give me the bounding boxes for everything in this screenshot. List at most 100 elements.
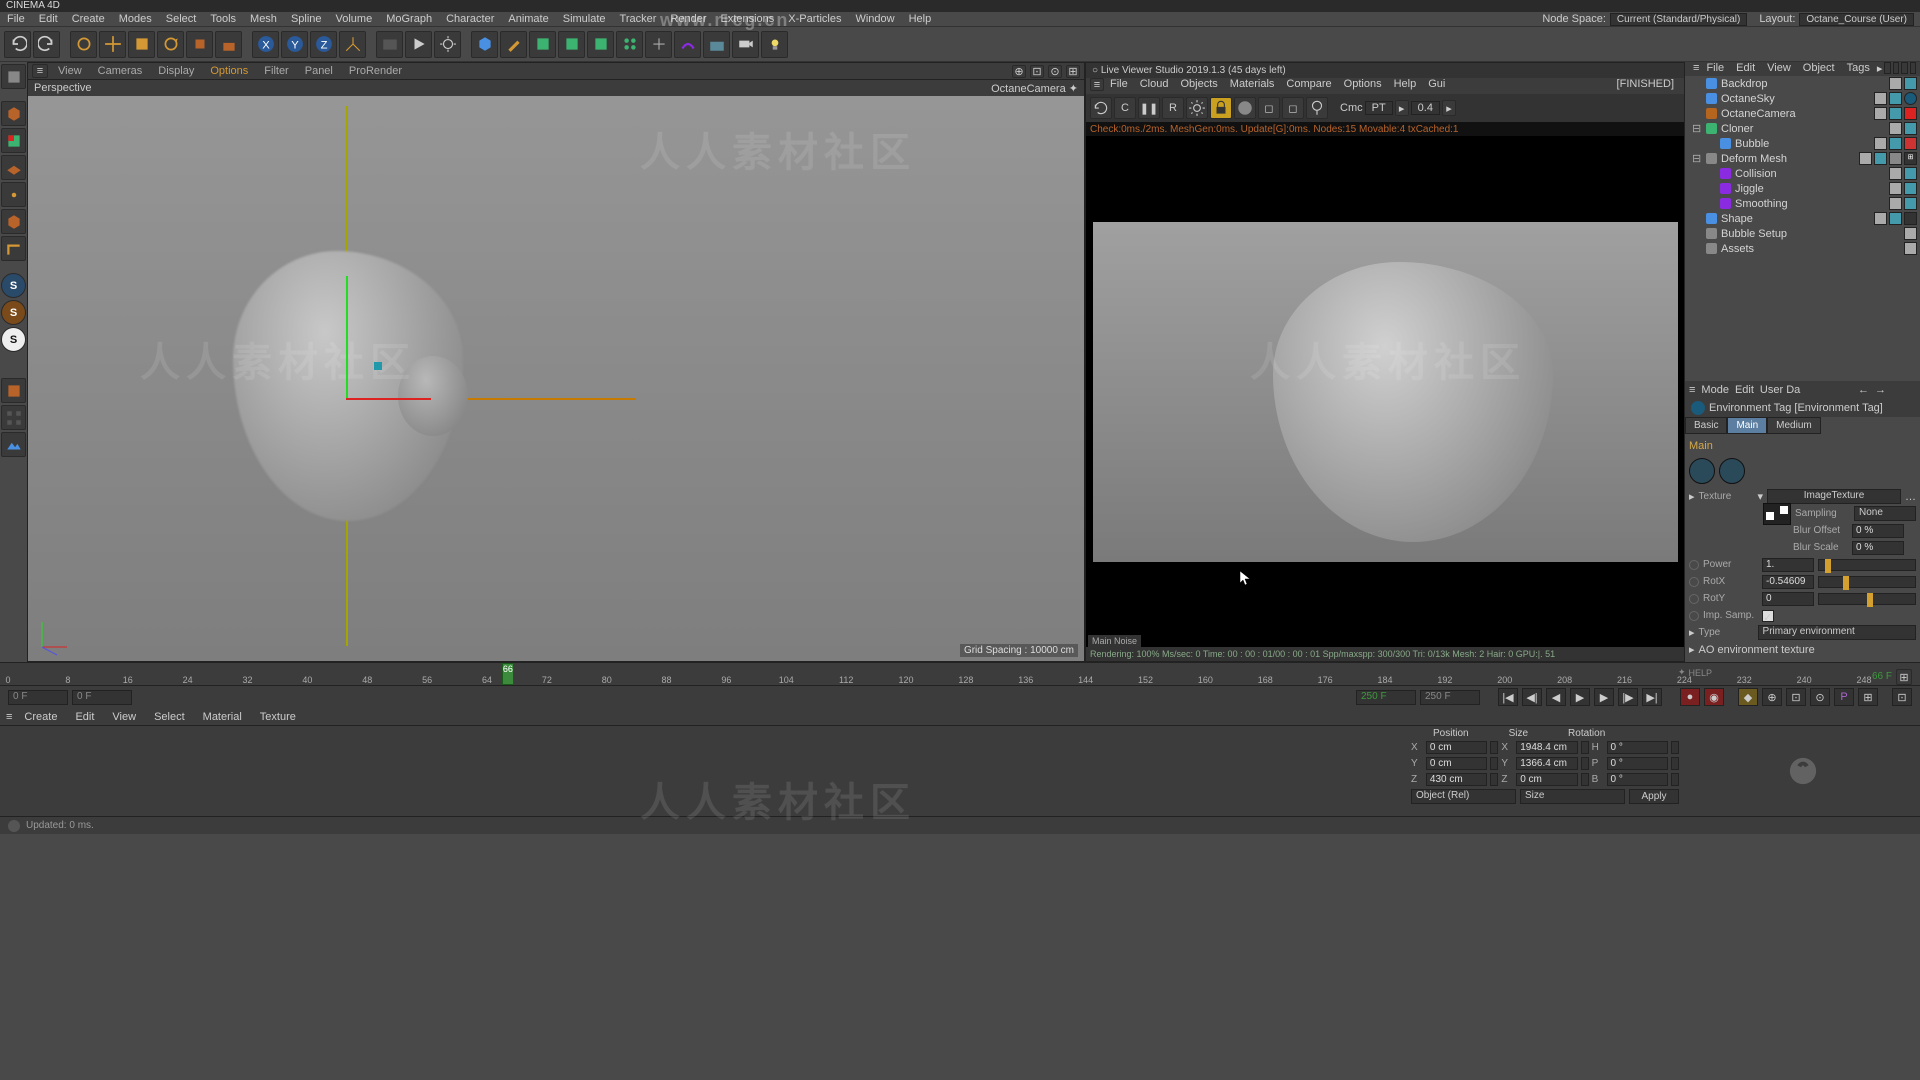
layout-value[interactable]: Octane_Course (User)	[1799, 13, 1914, 26]
model-mode-button[interactable]	[1, 64, 26, 89]
object-tag-icon[interactable]	[1904, 92, 1917, 105]
power-slider[interactable]	[1818, 559, 1916, 571]
lv-sphere-button[interactable]	[1234, 97, 1256, 119]
object-row[interactable]: Shape	[1685, 211, 1920, 226]
object-tag-icon[interactable]	[1904, 227, 1917, 240]
prev-frame-button[interactable]: ◀	[1546, 688, 1566, 706]
goto-end-button[interactable]: ▶|	[1642, 688, 1662, 706]
goto-start-button[interactable]: |◀	[1498, 688, 1518, 706]
obj-menu-tags[interactable]: Tags	[1842, 62, 1875, 76]
rotate-button[interactable]	[157, 31, 184, 58]
key-options-button[interactable]: ⊡	[1892, 688, 1912, 706]
lv-menu-objects[interactable]: Objects	[1174, 78, 1223, 94]
env-preset2-button[interactable]	[1719, 458, 1745, 484]
prev-key-button[interactable]: ◀|	[1522, 688, 1542, 706]
snap2-button[interactable]: S	[1, 300, 26, 325]
cube-primitive-button[interactable]	[471, 31, 498, 58]
power-field[interactable]: 1.	[1762, 558, 1814, 572]
range-end-field[interactable]: 250 F	[1356, 690, 1416, 705]
obj-menu-view[interactable]: View	[1762, 62, 1796, 76]
snap-button[interactable]: S	[1, 273, 26, 298]
mograph-button[interactable]	[616, 31, 643, 58]
object-row[interactable]: ⊟Deform Mesh⊞	[1685, 151, 1920, 166]
texture-dropdown-icon[interactable]: ▾	[1758, 490, 1764, 503]
object-mode-button[interactable]	[1, 101, 26, 126]
coord-system-button[interactable]	[339, 31, 366, 58]
menu-animate[interactable]: Animate	[501, 12, 555, 26]
menu-modes[interactable]: Modes	[112, 12, 159, 26]
size-field[interactable]: 1948.4 cm	[1516, 741, 1578, 754]
object-row[interactable]: Backdrop	[1685, 76, 1920, 91]
mat-menu-create[interactable]: Create	[18, 711, 63, 723]
blur-offset-field[interactable]: 0 %	[1852, 524, 1904, 538]
lv-refresh-button[interactable]	[1090, 97, 1112, 119]
object-tag-icon[interactable]	[1904, 197, 1917, 210]
lv-clip1-button[interactable]: ◻	[1258, 97, 1280, 119]
recent-tool-button[interactable]	[186, 31, 213, 58]
undo-button[interactable]	[4, 31, 31, 58]
menu-create[interactable]: Create	[65, 12, 112, 26]
lv-imap-stepper[interactable]: ▸	[1442, 100, 1456, 116]
render-pv-button[interactable]	[434, 31, 461, 58]
menu-render[interactable]: Render	[663, 12, 713, 26]
menu-window[interactable]: Window	[848, 12, 901, 26]
attr-menu-mode[interactable]: Mode	[1701, 384, 1729, 396]
impsamp-anim-radio[interactable]	[1689, 611, 1699, 621]
mat-menu-select[interactable]: Select	[148, 711, 191, 723]
object-tag-icon[interactable]	[1889, 212, 1902, 225]
attr-menu-userda[interactable]: User Da	[1760, 384, 1800, 396]
obj-menu-edit[interactable]: Edit	[1731, 62, 1760, 76]
type-expand-icon[interactable]: ▸	[1689, 626, 1695, 639]
object-tag-icon[interactable]	[1904, 122, 1917, 135]
node-space-selector[interactable]: Node Space: Current (Standard/Physical)	[1536, 12, 1753, 26]
timeline-playhead[interactable]: 66	[502, 663, 514, 685]
object-tag-icon[interactable]	[1889, 137, 1902, 150]
object-tag-icon[interactable]	[1889, 92, 1902, 105]
object-row[interactable]: Bubble Setup	[1685, 226, 1920, 241]
misc2-button[interactable]	[1, 378, 26, 403]
lv-cmc-stepper[interactable]: ▸	[1395, 100, 1409, 116]
misc4-button[interactable]	[1, 432, 26, 457]
live-viewer-tabs[interactable]: Main Noise	[1088, 635, 1141, 647]
next-key-button[interactable]: |▶	[1618, 688, 1638, 706]
object-tag-icon[interactable]	[1874, 92, 1887, 105]
play-button[interactable]: ▶	[1570, 688, 1590, 706]
lv-menu-gui[interactable]: Gui	[1422, 78, 1451, 94]
mat-menu-edit[interactable]: Edit	[69, 711, 100, 723]
y-axis-button[interactable]: Y	[281, 31, 308, 58]
obj-layout-icon[interactable]	[1901, 62, 1907, 74]
menu-spline[interactable]: Spline	[284, 12, 329, 26]
ao-expand-icon[interactable]: ▸	[1689, 643, 1695, 656]
position-field[interactable]: 430 cm	[1426, 773, 1488, 786]
env-preset1-button[interactable]	[1689, 458, 1715, 484]
lv-menu-cloud[interactable]: Cloud	[1134, 78, 1175, 94]
key-rot-button[interactable]: ⊙	[1810, 688, 1830, 706]
lv-menu-materials[interactable]: Materials	[1224, 78, 1281, 94]
object-tag-icon[interactable]	[1889, 152, 1902, 165]
object-tag-icon[interactable]	[1889, 107, 1902, 120]
gizmo-y-axis[interactable]	[346, 276, 348, 398]
menu-volume[interactable]: Volume	[329, 12, 380, 26]
layout-selector[interactable]: Layout: Octane_Course (User)	[1753, 12, 1920, 26]
object-tag-icon[interactable]	[1904, 182, 1917, 195]
x-axis-button[interactable]: X	[252, 31, 279, 58]
lv-lock-button[interactable]	[1210, 97, 1232, 119]
obj-menu-object[interactable]: Object	[1798, 62, 1840, 76]
object-tag-icon[interactable]	[1889, 122, 1902, 135]
attr-fwd-icon[interactable]: →	[1875, 384, 1886, 396]
roty-field[interactable]: 0	[1762, 592, 1814, 606]
coord-mode1-select[interactable]: Object (Rel)	[1411, 789, 1516, 804]
menu-simulate[interactable]: Simulate	[556, 12, 613, 26]
lv-region-button[interactable]: R	[1162, 97, 1184, 119]
menu-tools[interactable]: Tools	[203, 12, 243, 26]
expand-icon[interactable]: ⊟	[1692, 152, 1702, 165]
vp-nav1-icon[interactable]: ⊕	[1012, 65, 1026, 78]
stepper[interactable]	[1490, 741, 1498, 754]
render-settings-button[interactable]	[376, 31, 403, 58]
viewport-camera-label[interactable]: OctaneCamera	[991, 83, 1066, 95]
mat-menu-material[interactable]: Material	[197, 711, 248, 723]
mat-hamburger-icon[interactable]: ≡	[6, 711, 12, 723]
expand-icon[interactable]: ⊟	[1692, 122, 1702, 135]
texture-more-icon[interactable]: …	[1905, 491, 1916, 503]
lv-pick-button[interactable]	[1306, 97, 1328, 119]
